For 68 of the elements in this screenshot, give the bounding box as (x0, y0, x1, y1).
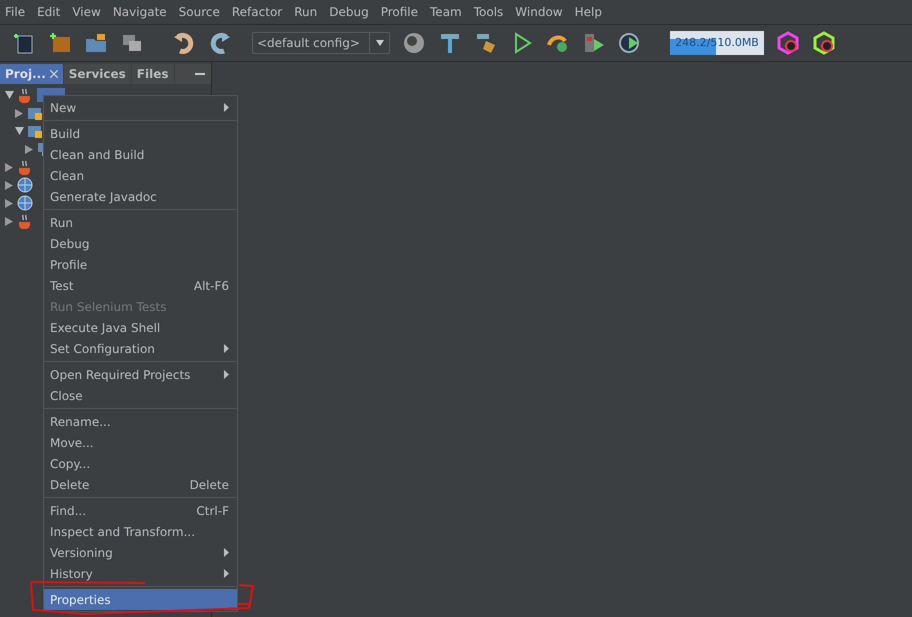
folder-icon (27, 123, 43, 139)
globe-icon[interactable] (402, 31, 426, 55)
caret-icon (376, 40, 384, 46)
hammer-icon[interactable] (438, 31, 462, 55)
menu-item[interactable]: Inspect and Transform... (44, 521, 237, 542)
menu-item[interactable]: Clean (44, 165, 237, 186)
profile-run-icon[interactable] (618, 31, 642, 55)
menu-item[interactable]: Execute Java Shell (44, 317, 237, 338)
menu-bar-item[interactable]: Window (514, 3, 564, 21)
panel-tab[interactable]: Services (64, 64, 131, 84)
redo-icon[interactable] (208, 31, 232, 55)
menu-item[interactable]: New (44, 97, 237, 118)
menu-item[interactable]: Rename... (44, 411, 237, 432)
coffee-cup-icon (17, 87, 33, 103)
menu-item[interactable]: Clean and Build (44, 144, 237, 165)
menu-item[interactable]: Open Required Projects (44, 364, 237, 385)
undo-icon[interactable] (172, 31, 196, 55)
expanded-arrow-icon[interactable] (5, 91, 15, 99)
shortcut-label: Delete (190, 476, 229, 494)
menu-item[interactable]: Close (44, 385, 237, 406)
menu-bar-item[interactable]: Team (429, 3, 463, 21)
menu-bar-item[interactable]: Navigate (112, 3, 168, 21)
globe-icon (17, 195, 33, 211)
menu-bar-item[interactable]: View (71, 3, 102, 21)
menu-item[interactable]: Versioning (44, 542, 237, 563)
collapsed-arrow-icon[interactable] (5, 198, 15, 208)
menu-bar-item[interactable]: Debug (328, 3, 370, 21)
globe-icon (17, 177, 33, 193)
collapsed-arrow-icon[interactable] (5, 162, 15, 172)
debug-run-icon[interactable] (582, 31, 606, 55)
gc-icon[interactable] (776, 31, 800, 55)
menu-item[interactable]: Profile (44, 254, 237, 275)
panel-tab[interactable]: Files (132, 64, 174, 84)
menu-item[interactable]: Test Alt-F6 (44, 275, 237, 296)
collapsed-arrow-icon[interactable] (5, 180, 15, 190)
menu-item[interactable]: Copy... (44, 453, 237, 474)
panel-tab[interactable]: Proj... (0, 64, 63, 84)
menu-item[interactable]: Properties (44, 589, 237, 610)
menu-item[interactable]: Run (44, 212, 237, 233)
menu-item[interactable]: Set Configuration (44, 338, 237, 359)
folder-icon (27, 105, 43, 121)
collapsed-arrow-icon[interactable] (5, 216, 15, 226)
menu-bar-item[interactable]: Edit (36, 3, 62, 21)
shortcut-label: Alt-F6 (194, 278, 229, 294)
menu-item[interactable]: Build (44, 123, 237, 144)
shortcut-label: Ctrl-F (196, 502, 229, 520)
menu-bar-item[interactable]: Tools (472, 3, 504, 21)
menu-bar-item[interactable]: Refactor (230, 3, 284, 21)
menu-item[interactable]: Delete Delete (44, 474, 237, 495)
menu-item[interactable]: Debug (44, 233, 237, 254)
menu-item[interactable]: Generate Javadoc (44, 186, 237, 207)
menu-item[interactable]: Move... (44, 432, 237, 453)
menu-bar-item[interactable]: File (4, 3, 26, 21)
collapsed-arrow-icon[interactable] (15, 108, 25, 118)
coffee-cup-icon (17, 213, 33, 229)
menu-item[interactable]: History (44, 563, 237, 584)
config-dropdown[interactable]: <default config> (252, 32, 390, 54)
coffee-cup-icon (17, 159, 33, 175)
menu-item[interactable]: Find... Ctrl-F (44, 500, 237, 521)
menu-bar-item[interactable]: Profile (380, 3, 420, 21)
open-folder-icon[interactable] (84, 31, 108, 55)
menu-bar-item[interactable]: Help (574, 3, 603, 21)
expanded-arrow-icon[interactable] (15, 127, 25, 135)
close-icon[interactable] (50, 70, 58, 78)
menu-bar-item[interactable]: Source (178, 3, 221, 21)
new-project-icon[interactable] (48, 31, 72, 55)
collapsed-arrow-icon[interactable] (25, 144, 35, 154)
menu-bar-item[interactable]: Run (293, 3, 318, 21)
